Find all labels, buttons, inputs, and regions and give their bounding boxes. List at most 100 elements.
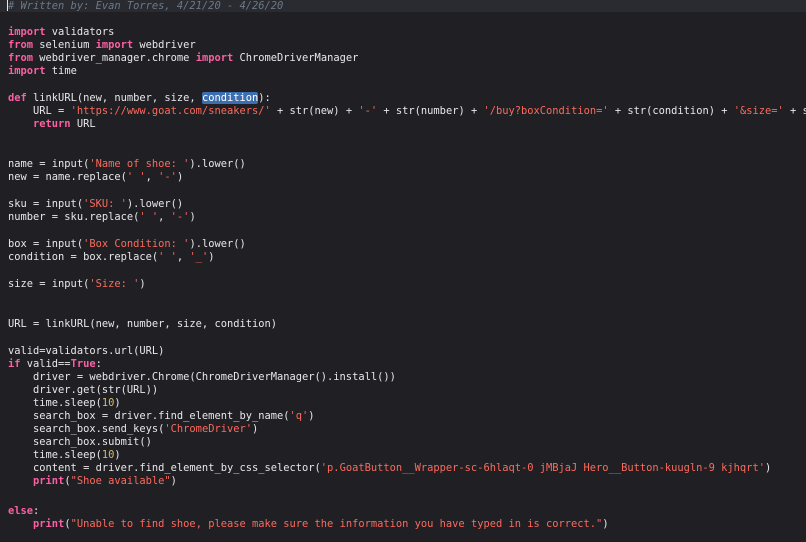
code-keyword: def: [8, 92, 27, 104]
code-text: ).lower(): [189, 238, 246, 250]
code-keyword: return: [33, 118, 71, 130]
code-line[interactable]: search_box = driver.find_element_by_name…: [8, 410, 315, 423]
code-string: 'q': [289, 410, 309, 422]
code-line[interactable]: print("Shoe available"): [8, 475, 177, 488]
code-text: URL: [70, 118, 96, 130]
code-string: 'ChromeDriver': [164, 423, 252, 435]
code-text: ): [208, 251, 215, 263]
code-line[interactable]: if valid==True:: [8, 358, 102, 371]
code-text: size = input(: [8, 278, 90, 290]
code-text: ): [189, 211, 196, 223]
code-text: + str(number) +: [377, 105, 484, 117]
code-text: linkURL(new, number, size,: [26, 92, 202, 104]
code-string: "Unable to find shoe, please make sure t…: [70, 518, 603, 530]
code-line[interactable]: time.sleep(10): [8, 449, 121, 462]
code-string: 'Size: ': [89, 278, 140, 290]
code-line[interactable]: def linkURL(new, number, size, condition…: [8, 92, 271, 105]
code-text: condition = box.replace(: [8, 251, 159, 263]
code-string: '-': [158, 171, 177, 183]
code-line[interactable]: else:: [8, 505, 39, 518]
code-text: ): [252, 423, 259, 435]
code-string: ' ': [158, 251, 177, 263]
code-line[interactable]: name = input('Name of shoe: ').lower(): [8, 158, 246, 171]
code-text: validators: [45, 26, 115, 38]
code-line[interactable]: import time: [8, 65, 77, 78]
code-text: time: [45, 65, 77, 77]
code-text: webdriver: [133, 39, 196, 51]
code-text: valid=validators.url(URL): [8, 345, 165, 357]
code-text: search_box.submit(): [8, 436, 152, 448]
code-line[interactable]: sku = input('SKU: ').lower(): [8, 198, 183, 211]
code-line[interactable]: valid=validators.url(URL): [8, 345, 164, 358]
code-keyword: True: [70, 358, 96, 370]
code-keyword: from: [8, 52, 34, 64]
code-text: ).lower(): [126, 198, 184, 210]
code-text: content = driver.find_element_by_css_sel…: [8, 462, 321, 474]
code-line[interactable]: print("Unable to find shoe, please make …: [8, 518, 609, 531]
code-line[interactable]: search_box.submit(): [8, 436, 152, 449]
code-keyword: else: [8, 505, 34, 517]
code-string: 'Name of shoe: ': [89, 158, 190, 170]
code-line[interactable]: number = sku.replace(' ', '-'): [8, 211, 196, 224]
code-keyword: print: [33, 518, 65, 530]
code-number: 10: [101, 397, 115, 409]
code-keyword: print: [33, 475, 65, 487]
code-line[interactable]: driver.get(str(URL)): [8, 384, 158, 397]
code-text: selenium: [33, 39, 96, 51]
code-text: ): [114, 449, 121, 461]
code-string: 'SKU: ': [83, 198, 127, 210]
code-text: ChromeDriverManager: [233, 52, 359, 64]
code-line[interactable]: from selenium import webdriver: [8, 39, 196, 52]
code-line[interactable]: URL = linkURL(new, number, size, conditi…: [8, 318, 277, 331]
code-text: ,: [158, 211, 171, 223]
code-keyword: from: [8, 39, 34, 51]
code-text: search_box = driver.find_element_by_name…: [8, 410, 290, 422]
selected-text: condition: [201, 92, 259, 104]
code-editor[interactable]: # Written by: Evan Torres, 4/21/20 - 4/2…: [0, 0, 806, 542]
code-line[interactable]: time.sleep(10): [8, 397, 121, 410]
code-line[interactable]: search_box.send_keys('ChromeDriver'): [8, 423, 258, 436]
code-text: time.sleep(: [8, 397, 102, 409]
code-line[interactable]: content = driver.find_element_by_css_sel…: [8, 462, 771, 475]
code-text: search_box.send_keys(: [8, 423, 165, 435]
code-string: '/buy?boxCondition=': [483, 105, 609, 117]
code-string: ' ': [126, 171, 146, 183]
code-string: '_': [189, 251, 209, 263]
code-comment: # Written by: Evan Torres, 4/21/20 - 4/2…: [8, 0, 284, 12]
code-string: "Shoe available": [70, 475, 171, 487]
code-line[interactable]: condition = box.replace(' ', '_'): [8, 251, 214, 264]
code-text: ):: [258, 92, 271, 104]
code-line[interactable]: box = input('Box Condition: ').lower(): [8, 238, 246, 251]
code-text: driver = webdriver.Chrome(ChromeDriverMa…: [8, 371, 396, 383]
code-line[interactable]: # Written by: Evan Torres, 4/21/20 - 4/2…: [8, 0, 283, 13]
code-string: 'Box Condition: ': [83, 238, 190, 250]
code-number: 10: [101, 449, 115, 461]
code-text: ): [139, 278, 146, 290]
code-string: '&size=': [733, 105, 784, 117]
code-line[interactable]: driver = webdriver.Chrome(ChromeDriverMa…: [8, 371, 396, 384]
code-text: webdriver_manager.chrome: [33, 52, 196, 64]
code-text: ): [114, 397, 121, 409]
code-text: + str(condition) +: [608, 105, 734, 117]
code-text: ).lower(): [189, 158, 246, 170]
code-string: 'p.GoatButton__Wrapper-sc-6hlaqt-0 jMBja…: [320, 462, 765, 474]
code-line[interactable]: import validators: [8, 26, 114, 39]
code-keyword: import: [8, 26, 46, 38]
code-text: URL = linkURL(new, number, size, conditi…: [8, 318, 277, 330]
code-line[interactable]: size = input('Size: '): [8, 278, 146, 291]
code-text: ): [308, 410, 315, 422]
code-text: valid==: [20, 358, 71, 370]
code-text: :: [33, 505, 40, 517]
code-text: ): [176, 171, 184, 183]
code-keyword: import: [95, 39, 134, 51]
code-keyword: import: [195, 52, 234, 64]
code-line[interactable]: return URL: [8, 118, 96, 131]
code-string: '-': [358, 105, 378, 117]
code-text: ): [764, 462, 772, 474]
code-line[interactable]: from webdriver_manager.chrome import Chr…: [8, 52, 358, 65]
code-line[interactable]: URL = 'https://www.goat.com/sneakers/' +…: [8, 105, 806, 118]
code-text: name = input(: [8, 158, 90, 170]
code-line[interactable]: new = name.replace(' ', '-'): [8, 171, 183, 184]
code-text: ,: [145, 171, 159, 183]
